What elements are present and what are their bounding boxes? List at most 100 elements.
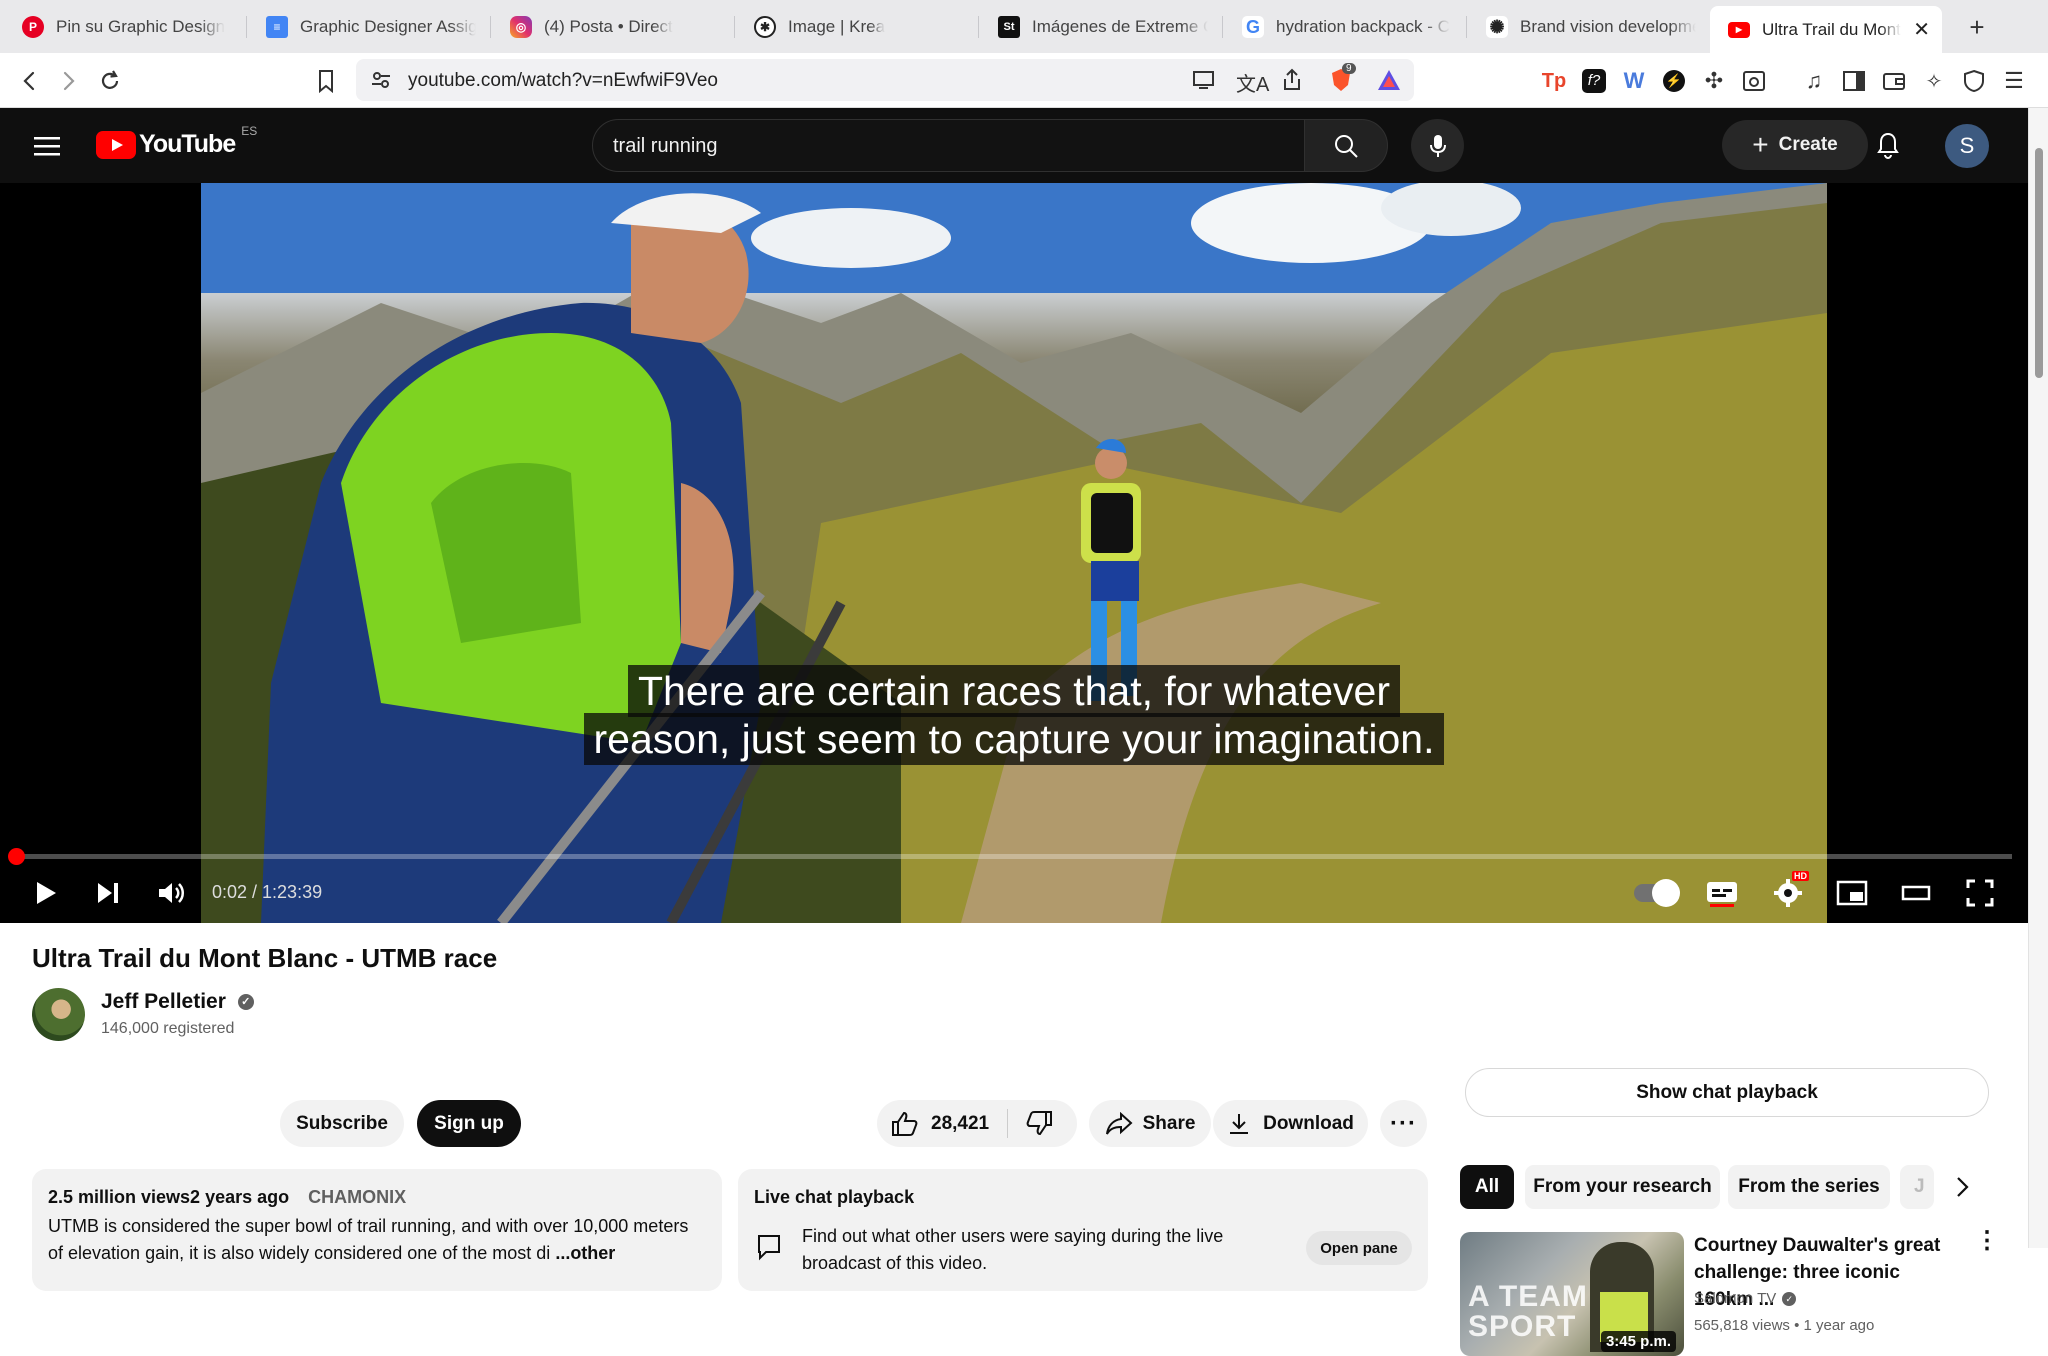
description-more-link[interactable]: ...other [555, 1243, 615, 1263]
chip-all[interactable]: All [1460, 1165, 1514, 1209]
search-input[interactable]: trail running [592, 119, 1306, 172]
recommended-channel-name[interactable]: Salomon TV [1694, 1290, 1776, 1307]
next-button[interactable] [90, 871, 126, 915]
wallet-icon[interactable] [1880, 67, 1908, 95]
theater-mode-button[interactable] [1898, 871, 1934, 915]
url-text[interactable]: youtube.com/watch?v=nEwfwiF9Veo [408, 70, 718, 92]
forward-button[interactable] [52, 65, 84, 97]
brave-shields-badge: 9 [1342, 63, 1356, 74]
miniplayer-button[interactable] [1834, 871, 1870, 915]
browser-tab-youtube-active[interactable]: ▶ Ultra Trail du Mont ✕ [1710, 6, 1942, 53]
tab-label: Imágenes de Extreme C [1032, 17, 1208, 36]
tab-label: hydration backpack - C [1276, 17, 1450, 36]
video-player[interactable]: There are certain races that, for whatev… [0, 183, 2028, 923]
search-query[interactable]: trail running [613, 135, 718, 158]
cast-icon[interactable] [1192, 69, 1216, 96]
browser-tab-krea[interactable]: ✱ Image | Krea [736, 8, 976, 46]
page-scrollbar-thumb[interactable] [2035, 148, 2043, 378]
browser-tab-instagram[interactable]: ◎ (4) Posta • Direct [492, 8, 732, 46]
media-controls-icon[interactable]: ♫ [1800, 67, 1828, 95]
chips-next-arrow-icon[interactable] [1950, 1174, 1974, 1205]
extension-w-icon[interactable]: W [1620, 67, 1648, 95]
extension-dark-icon[interactable]: ⚡ [1660, 67, 1688, 95]
youtube-logo-icon [96, 130, 136, 159]
back-button[interactable] [14, 65, 46, 97]
share-button[interactable]: Share [1089, 1100, 1211, 1147]
tab-label: Brand vision developme [1520, 17, 1696, 36]
chip-from-the-series[interactable]: From the series [1728, 1165, 1890, 1209]
description-box[interactable]: 2.5 million views2 years ago CHAMONIX UT… [32, 1169, 722, 1291]
sidebar-toggle-icon[interactable] [1840, 67, 1868, 95]
location-tag[interactable]: CHAMONIX [308, 1187, 406, 1207]
browser-menu-icon[interactable]: ☰ [2000, 67, 2028, 95]
brave-rewards-icon[interactable] [1376, 68, 1402, 97]
stock-icon: St [998, 16, 1020, 38]
translate-icon[interactable]: 文A [1236, 68, 1269, 97]
voice-search-button[interactable] [1411, 119, 1464, 172]
autoplay-toggle[interactable] [1630, 871, 1680, 915]
site-settings-icon[interactable] [370, 69, 392, 96]
account-avatar[interactable]: S [1945, 124, 1989, 168]
open-pane-button[interactable]: Open pane [1306, 1231, 1412, 1265]
show-chat-playback-button[interactable]: Show chat playback [1465, 1068, 1989, 1117]
progress-bar[interactable] [16, 854, 2012, 859]
extensions-puzzle-icon[interactable]: ✣ [1700, 67, 1728, 95]
reload-button[interactable] [94, 65, 126, 97]
dislike-button[interactable] [1025, 1110, 1053, 1142]
share-page-icon[interactable] [1282, 68, 1302, 97]
like-button[interactable]: 28,421 [891, 1111, 989, 1137]
browser-tab-pinterest[interactable]: P Pin su Graphic Design [4, 8, 244, 46]
download-icon [1230, 1113, 1249, 1134]
thumbs-down-icon [1026, 1111, 1052, 1136]
instagram-icon: ◎ [510, 16, 532, 38]
browser-toolbar: youtube.com/watch?v=nEwfwiF9Veo 文A 9 Tp … [0, 53, 2048, 108]
chip-partial[interactable]: J [1900, 1165, 1934, 1209]
notifications-icon[interactable] [1874, 130, 1902, 165]
recommended-channel[interactable]: Salomon TV ✓ [1694, 1290, 1797, 1307]
plus-icon: + [1752, 129, 1769, 160]
close-tab-icon[interactable]: ✕ [1903, 17, 1930, 42]
youtube-page: YouTube ES trail running + Create S Ther… [0, 108, 2028, 1356]
address-bar[interactable]: youtube.com/watch?v=nEwfwiF9Veo 文A 9 [356, 59, 1414, 101]
subtitles-button[interactable] [1704, 871, 1740, 915]
channel-name-text[interactable]: Jeff Pelletier [101, 990, 226, 1013]
download-button[interactable]: Download [1213, 1100, 1368, 1147]
browser-tab-docs[interactable]: ≡ Graphic Designer Assig [248, 8, 488, 46]
extension-font-icon[interactable]: f? [1580, 67, 1608, 95]
theater-mode-icon [1901, 885, 1931, 901]
browser-tab-google[interactable]: G hydration backpack - C [1224, 8, 1464, 46]
recommended-thumbnail[interactable]: A TEAM SPORT 3:45 p.m. [1460, 1232, 1684, 1356]
create-button[interactable]: + Create [1722, 120, 1868, 170]
play-button[interactable] [28, 871, 64, 915]
extension-screenshot-icon[interactable] [1740, 67, 1768, 95]
search-button[interactable] [1304, 119, 1388, 172]
vpn-icon[interactable] [1960, 67, 1988, 95]
fullscreen-icon [1966, 879, 1994, 907]
browser-tab-strip: P Pin su Graphic Design ≡ Graphic Design… [0, 0, 2048, 53]
chip-from-your-research[interactable]: From your research [1525, 1165, 1720, 1209]
leo-ai-icon[interactable]: ✧ [1920, 67, 1948, 95]
extension-tp-icon[interactable]: Tp [1540, 67, 1568, 95]
subscribe-button[interactable]: Subscribe [280, 1100, 404, 1147]
channel-avatar[interactable] [32, 988, 85, 1041]
scrubber-handle[interactable] [8, 848, 25, 865]
subtitles-icon [1707, 882, 1737, 907]
volume-button[interactable] [152, 871, 192, 915]
signup-button[interactable]: Sign up [417, 1100, 521, 1147]
video-frame[interactable] [201, 183, 1827, 923]
bookmark-icon[interactable] [310, 65, 342, 97]
fullscreen-button[interactable] [1962, 871, 1998, 915]
new-tab-button[interactable]: + [1960, 10, 1994, 44]
guide-menu-icon[interactable] [34, 135, 60, 162]
live-chat-title: Live chat playback [754, 1187, 915, 1207]
more-actions-button[interactable]: ··· [1380, 1100, 1427, 1147]
recommended-more-menu-icon[interactable]: ⋮ [1975, 1229, 1999, 1253]
browser-tab-stock[interactable]: St Imágenes de Extreme C [980, 8, 1220, 46]
browser-tab-chatgpt[interactable]: ✺ Brand vision developme [1468, 8, 1708, 46]
brave-shields-icon[interactable]: 9 [1328, 63, 1356, 98]
page-scrollbar[interactable] [2028, 108, 2048, 1248]
settings-button[interactable]: HD [1768, 871, 1809, 915]
miniplayer-icon [1836, 880, 1868, 906]
youtube-logo[interactable]: YouTube ES [96, 124, 257, 159]
channel-name[interactable]: Jeff Pelletier ✓ [101, 990, 254, 1014]
